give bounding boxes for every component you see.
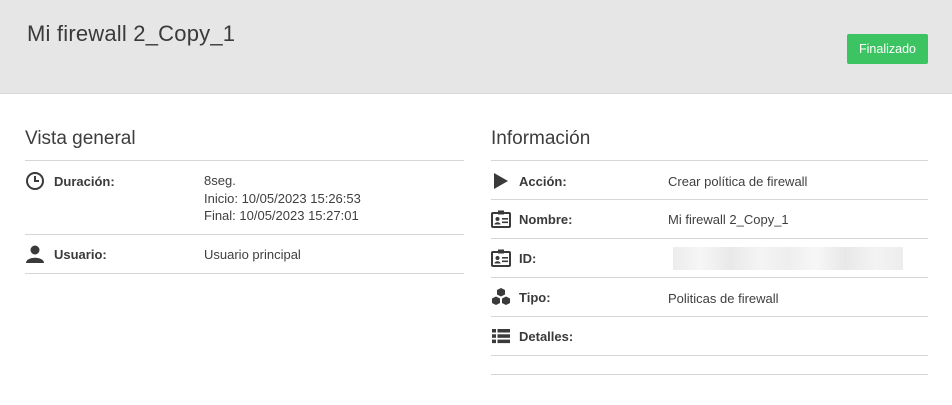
id-row: ID:	[491, 239, 928, 278]
duration-row: Duración: 8seg. Inicio: 10/05/2023 15:26…	[25, 161, 464, 235]
type-row: Tipo: Politicas de firewall	[491, 278, 928, 317]
name-label: Nombre:	[519, 212, 573, 227]
action-label: Acción:	[519, 174, 567, 189]
play-icon	[491, 171, 511, 191]
duration-value: 8seg. Inicio: 10/05/2023 15:26:53 Final:…	[204, 172, 361, 225]
status-badge[interactable]: Finalizado	[847, 34, 928, 64]
id-card-icon	[491, 209, 511, 229]
type-label: Tipo:	[519, 290, 551, 305]
cubes-icon	[491, 287, 511, 307]
page-title: Mi firewall 2_Copy_1	[27, 21, 236, 46]
details-content	[491, 356, 928, 375]
id-value-redacted	[673, 247, 903, 270]
id-card-icon	[491, 248, 511, 268]
list-icon	[491, 326, 511, 346]
overview-title: Vista general	[25, 127, 464, 161]
information-title: Información	[491, 127, 928, 161]
duration-label: Duración:	[54, 174, 115, 189]
duration-seconds: 8seg.	[204, 173, 236, 188]
user-label: Usuario:	[54, 247, 107, 262]
action-row: Acción: Crear política de firewall	[491, 161, 928, 200]
type-value: Politicas de firewall	[668, 291, 779, 306]
details-row: Detalles:	[491, 317, 928, 356]
information-panel: Información Acción: Crear política de fi…	[491, 127, 928, 375]
duration-end: Final: 10/05/2023 15:27:01	[204, 208, 359, 223]
duration-start: Inicio: 10/05/2023 15:26:53	[204, 190, 361, 206]
user-value: Usuario principal	[204, 247, 301, 262]
name-value: Mi firewall 2_Copy_1	[668, 212, 789, 227]
name-row: Nombre: Mi firewall 2_Copy_1	[491, 200, 928, 239]
clock-icon	[25, 171, 45, 191]
details-label: Detalles:	[519, 329, 574, 344]
user-icon	[25, 244, 45, 264]
user-row: Usuario: Usuario principal	[25, 235, 464, 274]
id-label: ID:	[519, 251, 537, 266]
page-header: Mi firewall 2_Copy_1 Finalizado	[0, 0, 952, 94]
action-value: Crear política de firewall	[668, 174, 808, 189]
overview-panel: Vista general Duración: 8seg. Inicio: 10…	[25, 127, 464, 274]
